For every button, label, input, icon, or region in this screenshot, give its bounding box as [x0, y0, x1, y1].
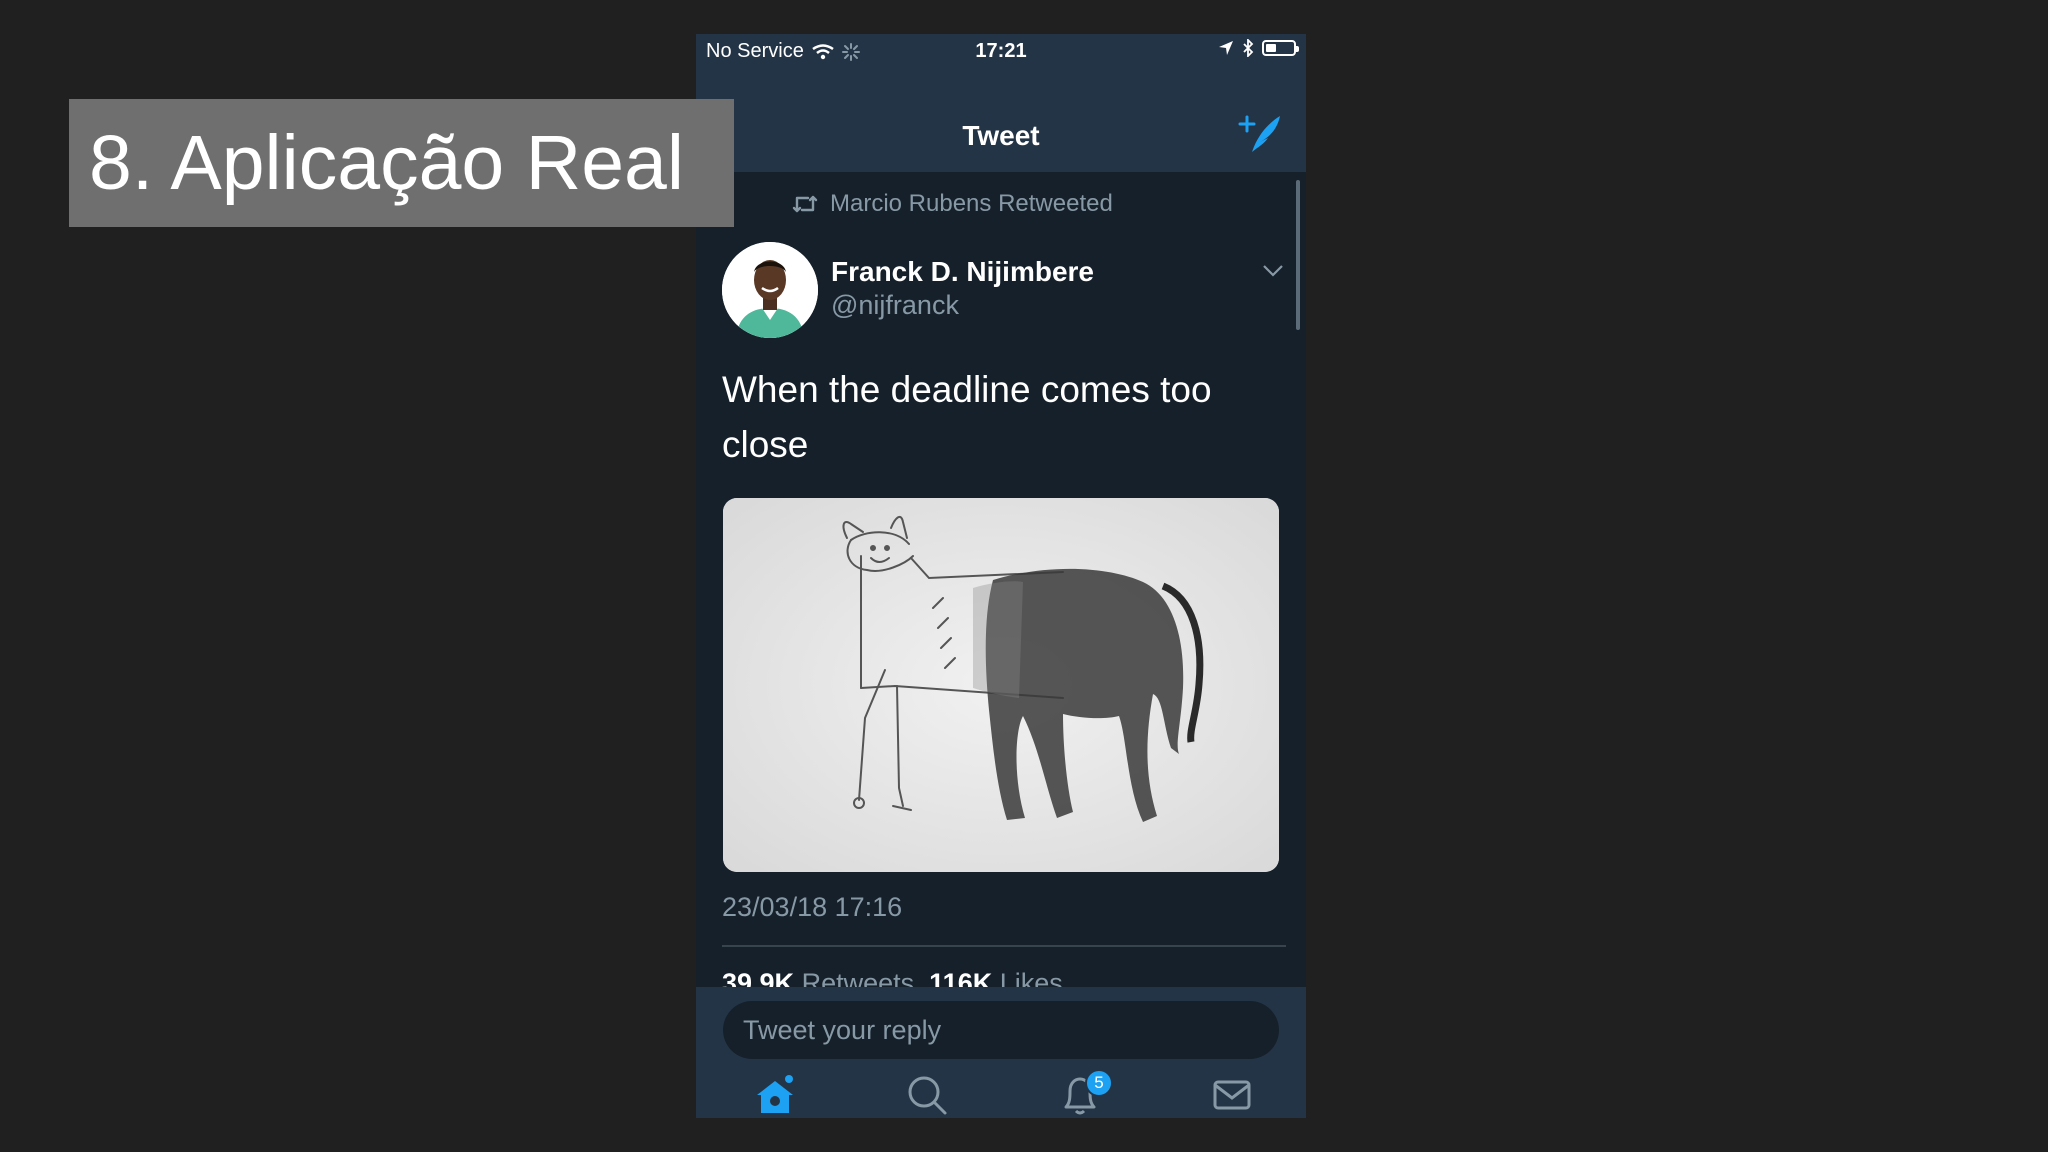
author-name[interactable]: Franck D. Nijimbere — [831, 256, 1094, 288]
bluetooth-icon — [1243, 39, 1254, 57]
status-time: 17:21 — [975, 40, 1027, 62]
battery-level — [1266, 44, 1276, 52]
reply-bar: 5 — [696, 987, 1306, 1118]
notifications-badge[interactable]: 5 — [1085, 1069, 1113, 1097]
scrollbar[interactable] — [1296, 180, 1300, 330]
slide-title: 8. Aplicação Real — [69, 99, 734, 227]
reply-input[interactable] — [723, 1001, 1279, 1059]
phone-screen: No Service 17:21 Tweet Marcio Rubens Ret… — [696, 34, 1306, 1118]
status-bar: No Service 17:21 — [696, 34, 1306, 68]
location-arrow-icon — [1219, 41, 1233, 55]
avatar[interactable] — [722, 242, 818, 338]
battery-icon — [1262, 40, 1299, 56]
page-title: Tweet — [962, 120, 1040, 151]
navigation-bar: Tweet — [696, 68, 1306, 172]
tweet-text: When the deadline comes too close — [722, 369, 1212, 465]
search-icon[interactable] — [905, 1073, 949, 1117]
messages-envelope-icon[interactable] — [1210, 1073, 1254, 1117]
compose-tweet-icon[interactable] — [1238, 114, 1282, 154]
tweet-media-image[interactable] — [723, 498, 1279, 872]
chevron-down-icon[interactable] — [1262, 264, 1284, 278]
divider — [722, 945, 1286, 947]
tweet-timestamp: 23/03/18 17:16 — [722, 892, 903, 922]
retweet-context[interactable]: Marcio Rubens Retweeted — [792, 190, 1113, 218]
tweet-detail: Marcio Rubens Retweeted Franck D. Nijimb… — [696, 172, 1306, 998]
retweeted-by-label: Marcio Rubens Retweeted — [830, 190, 1113, 217]
author-handle[interactable]: @nijfranck — [831, 290, 959, 321]
home-icon[interactable] — [753, 1073, 797, 1117]
retweet-icon — [792, 195, 818, 213]
